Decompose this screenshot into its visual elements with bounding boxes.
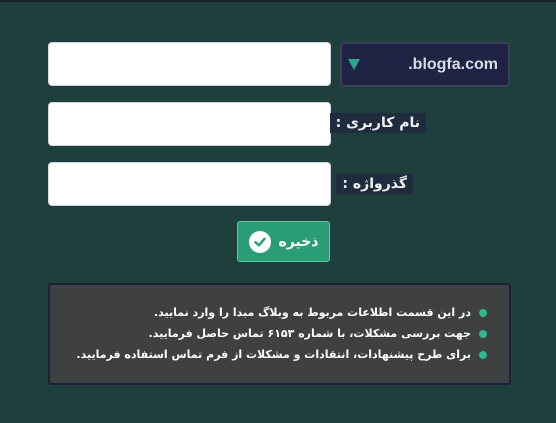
bullet-dot-icon (479, 329, 487, 338)
info-item-text: برای طرح پیشنهادات، انتقادات و مشکلات از… (76, 348, 471, 361)
password-label: گذرواژه : (336, 174, 413, 194)
check-circle-icon (248, 230, 271, 253)
info-list: در این قسمت اطلاعات مربوط به وبلاگ مبدا … (60, 302, 487, 365)
info-item: برای طرح پیشنهادات، انتقادات و مشکلات از… (60, 344, 487, 365)
info-item: در این قسمت اطلاعات مربوط به وبلاگ مبدا … (60, 302, 487, 323)
bullet-dot-icon (479, 350, 487, 359)
info-item: جهت بررسی مشکلات، با شماره ۶۱۵۳ تماس حاص… (60, 323, 487, 344)
password-input[interactable] (48, 162, 331, 206)
domain-select[interactable]: .blogfa.com (340, 42, 510, 87)
info-item-text: در این قسمت اطلاعات مربوط به وبلاگ مبدا … (153, 306, 471, 319)
source-blog-address-input[interactable] (48, 42, 331, 86)
info-box: در این قسمت اطلاعات مربوط به وبلاگ مبدا … (48, 283, 511, 385)
username-label: نام کاربری : (329, 113, 426, 133)
username-input[interactable] (48, 102, 331, 146)
save-button-label: ذخیره (278, 233, 319, 250)
info-item-text: جهت بررسی مشکلات، با شماره ۶۱۵۳ تماس حاص… (148, 327, 471, 340)
bullet-dot-icon (479, 308, 487, 317)
caret-down-icon (348, 59, 360, 70)
save-button[interactable]: ذخیره (237, 221, 330, 262)
domain-select-value: .blogfa.com (408, 55, 498, 73)
